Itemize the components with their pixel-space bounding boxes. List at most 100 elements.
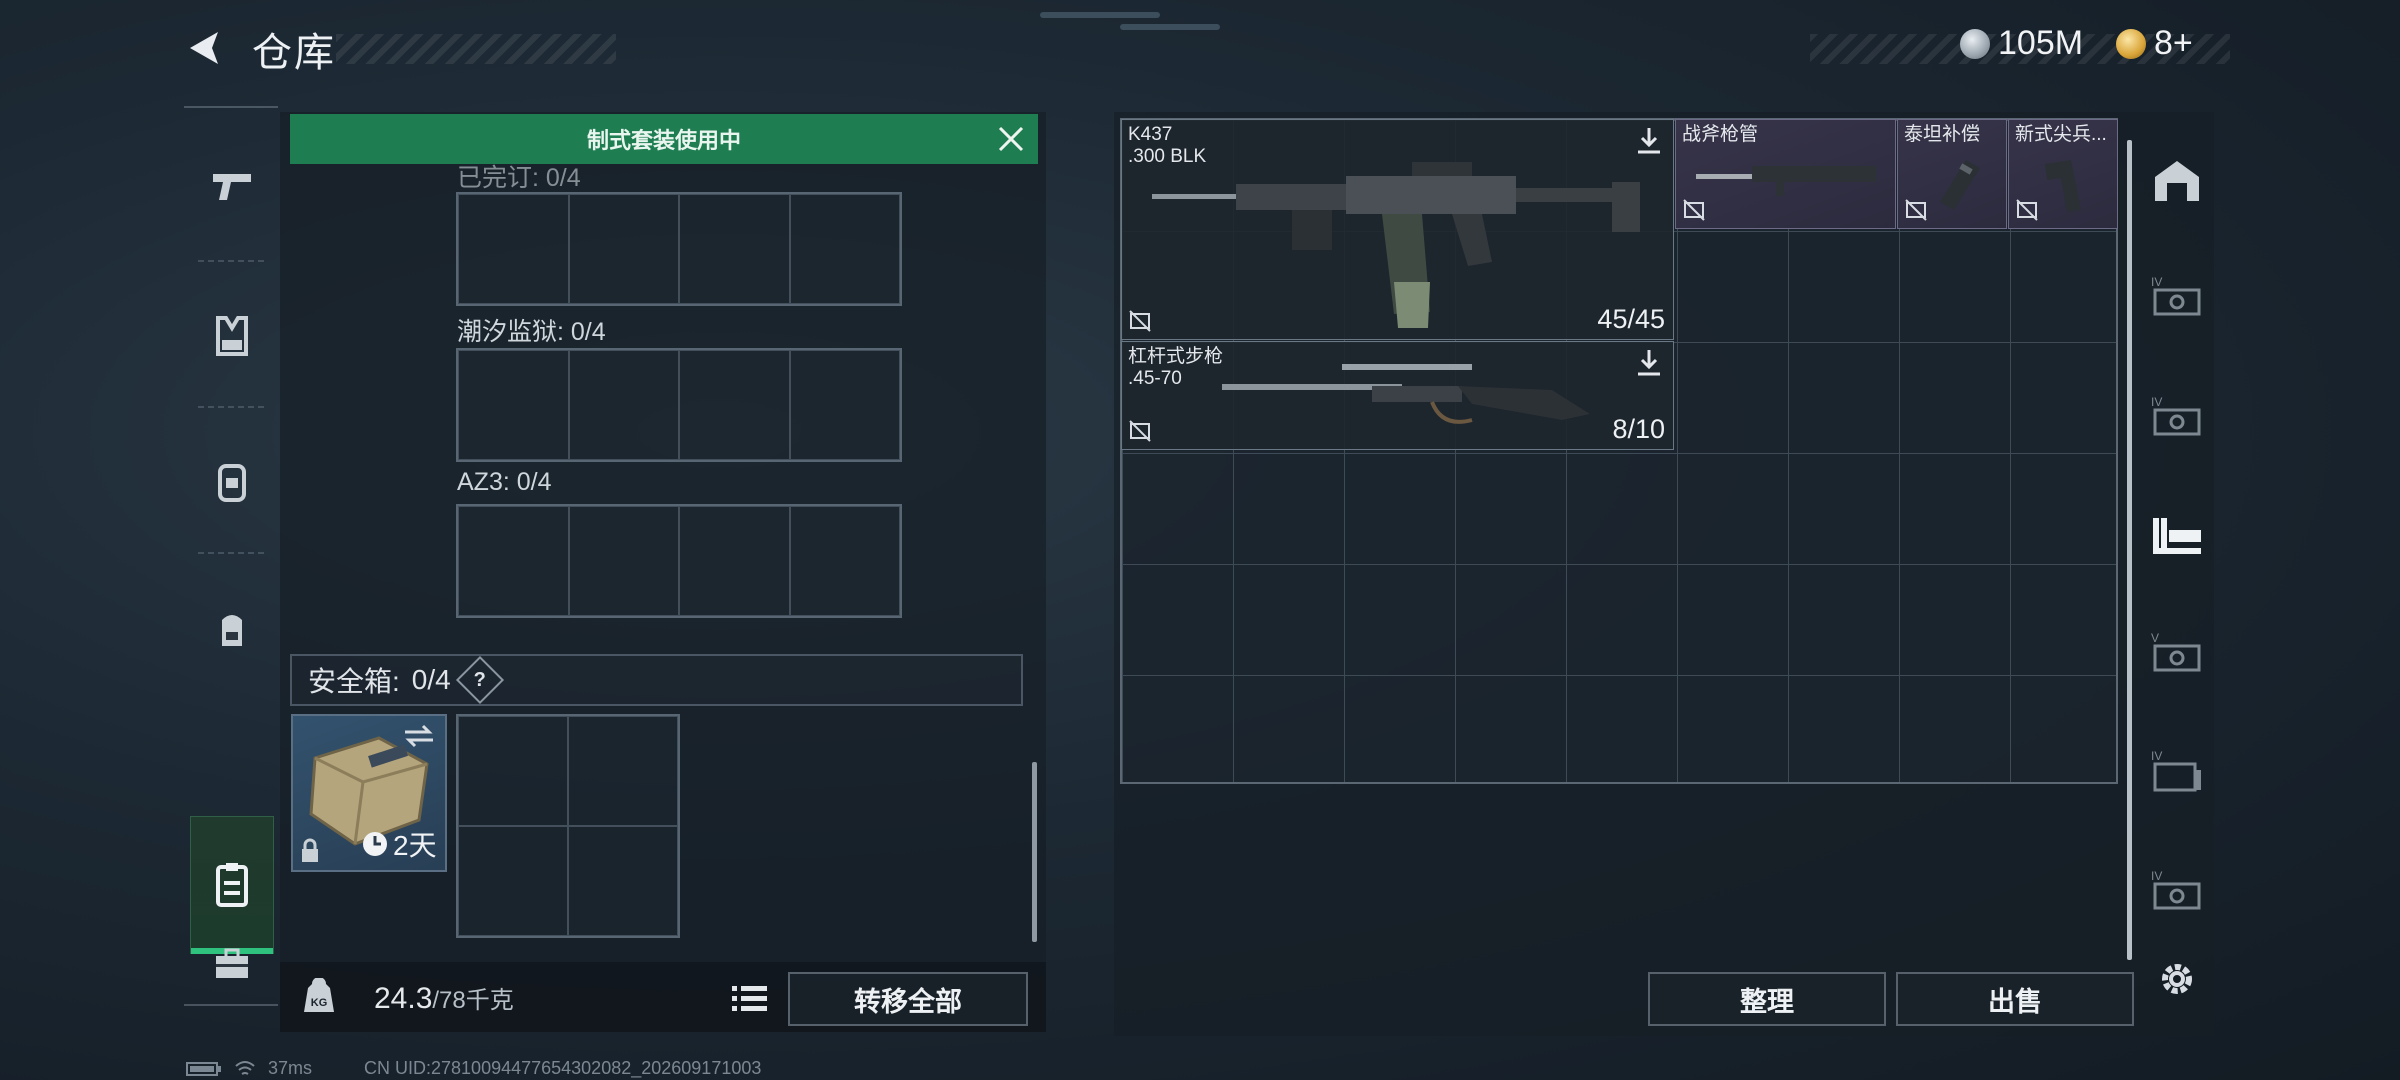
rail-item-armor[interactable] xyxy=(192,296,272,376)
safe-box-count: 0/4 xyxy=(411,664,451,695)
safe-box-grid[interactable] xyxy=(456,714,680,938)
container-grid-1[interactable] xyxy=(456,192,902,306)
stock-image xyxy=(2045,160,2081,212)
background-streak xyxy=(1040,12,1160,18)
grid-cell[interactable] xyxy=(568,350,679,460)
download-icon[interactable] xyxy=(1635,348,1663,378)
rental-timer-text: 2天 xyxy=(393,830,437,861)
settings-button[interactable] xyxy=(2142,944,2212,1014)
storage-tab-7[interactable]: IV xyxy=(2142,856,2212,926)
currency-silver-value: 105M xyxy=(1998,24,2084,62)
svg-text:IV: IV xyxy=(2151,749,2162,763)
item-compensator[interactable]: 泰坦补偿 xyxy=(1897,119,2007,229)
weight-max: /78千克 xyxy=(432,987,514,1014)
secure-case-item[interactable]: 2天 xyxy=(291,714,447,872)
currency-gold-value: 8+ xyxy=(2154,24,2193,62)
secure-container-icon xyxy=(216,863,248,907)
background-streak xyxy=(1120,24,1220,30)
swap-icon[interactable] xyxy=(401,722,437,750)
grid-cell[interactable] xyxy=(458,826,568,936)
grid-cell[interactable] xyxy=(568,826,678,936)
list-icon[interactable] xyxy=(728,980,770,1016)
rail-divider xyxy=(184,1004,278,1006)
container-grid-3[interactable] xyxy=(456,504,902,618)
svg-text:V: V xyxy=(2151,631,2159,645)
grid-cell[interactable] xyxy=(568,194,679,304)
grid-cell[interactable] xyxy=(789,506,900,616)
storage-tab-2[interactable]: IV xyxy=(2142,262,2212,332)
item-k437-rifle[interactable]: K437 .300 BLK 45/45 xyxy=(1121,119,1674,340)
rail-divider xyxy=(184,106,278,108)
help-button[interactable]: ? xyxy=(455,655,504,705)
grid-cell[interactable] xyxy=(458,350,569,460)
gold-coin-icon xyxy=(2116,28,2146,59)
grid-cell[interactable] xyxy=(458,506,569,616)
left-scrollbar[interactable] xyxy=(1032,762,1037,942)
weight-value: 24.3/78千克 xyxy=(374,980,514,1016)
item-ammo-count: 45/45 xyxy=(1597,304,1665,334)
svg-text:KG: KG xyxy=(311,997,328,1009)
rail-divider xyxy=(198,260,264,262)
title-decoration xyxy=(336,34,616,64)
category-rail xyxy=(184,106,278,1006)
storage-tab-weapon-rack[interactable] xyxy=(2142,500,2212,570)
grid-cell[interactable] xyxy=(679,194,790,304)
expansion-box-icon: IV xyxy=(2151,749,2201,792)
transfer-all-button[interactable]: 转移全部 xyxy=(788,972,1028,1026)
barrel-image xyxy=(1696,166,1876,196)
currency-gold: 8+ xyxy=(2116,24,2193,63)
container-label-tidal-prison: 潮汐监狱: 0/4 xyxy=(457,318,606,346)
weight-kg-icon: KG xyxy=(304,978,334,1012)
backpack-icon xyxy=(222,615,242,646)
close-icon[interactable] xyxy=(994,122,1028,156)
item-name: 泰坦补偿 xyxy=(1904,124,1981,145)
expansion-box-icon: IV xyxy=(2151,275,2201,316)
wifi-icon xyxy=(235,1060,255,1075)
rail-item-backpack[interactable] xyxy=(192,590,272,670)
expansion-box-icon: IV xyxy=(2151,869,2201,910)
currency-silver: 105M xyxy=(1960,24,2083,63)
item-stock[interactable]: 新式尖兵... xyxy=(2008,119,2118,229)
svg-text:IV: IV xyxy=(2151,869,2162,883)
sell-button[interactable]: 出售 xyxy=(1896,972,2134,1026)
grid-cell[interactable] xyxy=(679,350,790,460)
rail-item-case[interactable] xyxy=(192,924,272,1004)
grid-cell[interactable] xyxy=(789,194,900,304)
user-uid: CN UID:278100944776543020​82_20260917100… xyxy=(364,1058,762,1078)
grid-cell[interactable] xyxy=(568,506,679,616)
grid-cell[interactable] xyxy=(458,716,568,826)
item-barrel[interactable]: 战斧枪管 xyxy=(1675,119,1896,229)
rail-item-rig[interactable] xyxy=(192,442,272,522)
storage-tab-6[interactable]: IV xyxy=(2142,736,2212,806)
gear-icon xyxy=(2162,964,2192,994)
silver-coin-icon xyxy=(1960,28,1990,59)
no-insure-icon xyxy=(1129,420,1151,442)
container-grid-2[interactable] xyxy=(456,348,902,462)
item-name: 新式尖兵... xyxy=(2015,124,2107,145)
grid-cell[interactable] xyxy=(679,506,790,616)
grid-cell[interactable] xyxy=(458,194,569,304)
storage-scrollbar[interactable] xyxy=(2127,140,2132,960)
storage-tab-5[interactable]: V xyxy=(2142,618,2212,688)
item-ammo-count: 8/10 xyxy=(1612,414,1665,444)
lock-icon xyxy=(302,838,318,862)
item-lever-action-rifle[interactable]: 杠杆式步枪 .45-70 8/10 xyxy=(1121,341,1674,450)
organize-button[interactable]: 整理 xyxy=(1648,972,1886,1026)
grid-cell[interactable] xyxy=(789,350,900,460)
help-icon: ? xyxy=(473,668,486,691)
lever-rifle-image xyxy=(1222,364,1590,424)
no-insure-icon xyxy=(1129,310,1151,332)
no-insure-icon xyxy=(1683,199,1705,221)
grid-cell[interactable] xyxy=(568,716,678,826)
back-arrow-icon[interactable] xyxy=(182,24,230,72)
clock-icon xyxy=(363,832,387,856)
chest-rig-icon xyxy=(218,464,246,502)
expansion-box-icon: IV xyxy=(2151,395,2201,436)
container-label-az3: AZ3: 0/4 xyxy=(457,468,552,496)
storage-tab-main[interactable] xyxy=(2142,146,2212,216)
compensator-image xyxy=(1940,160,1980,210)
item-name: 杠杆式步枪 .45-70 xyxy=(1128,346,1224,389)
rail-item-weapons[interactable] xyxy=(192,146,272,226)
no-insure-icon xyxy=(1905,199,1927,221)
storage-tab-3[interactable]: IV xyxy=(2142,382,2212,452)
